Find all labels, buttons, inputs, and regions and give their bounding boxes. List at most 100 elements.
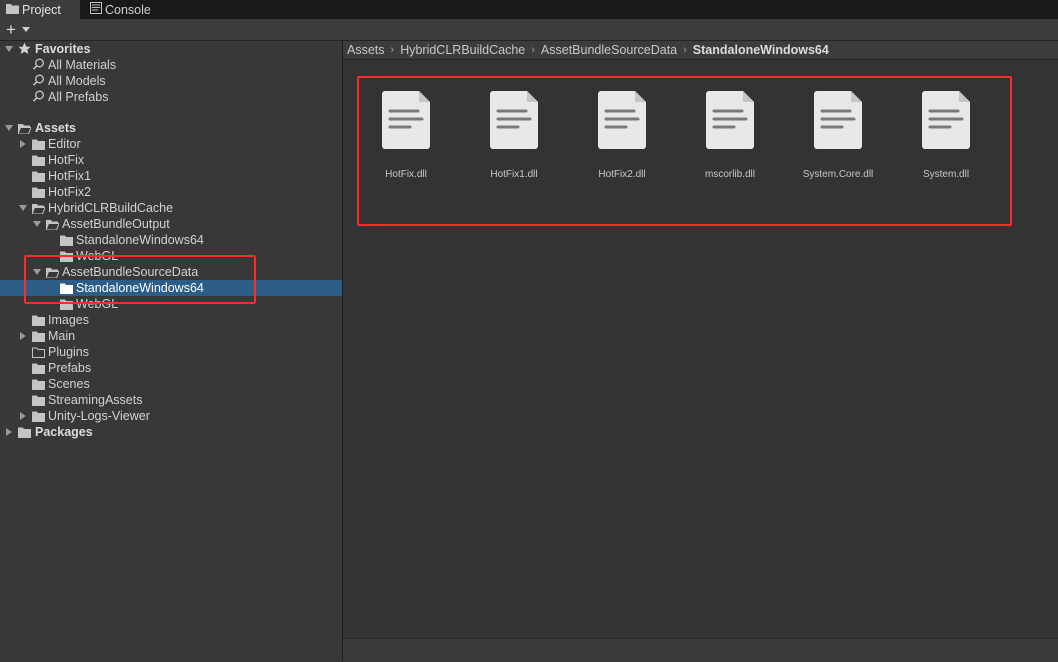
document-file-icon (598, 91, 646, 149)
search-icon (32, 58, 45, 71)
tree-label: Favorites (35, 42, 91, 56)
folder-icon (32, 410, 45, 422)
breadcrumb-item[interactable]: HybridCLRBuildCache (396, 43, 529, 57)
collapse-arrow-icon[interactable] (20, 332, 26, 340)
breadcrumb-item[interactable]: Assets (343, 43, 389, 57)
tree-label: Scenes (48, 377, 90, 391)
expand-arrow-icon[interactable] (33, 269, 41, 275)
tree-item-all-models[interactable]: All Models (0, 73, 342, 89)
asset-item[interactable]: System.dll (898, 91, 988, 191)
tree-label: HybridCLRBuildCache (48, 201, 174, 215)
tree-folder-absd-standalonewindows64[interactable]: StandaloneWindows64 (0, 280, 342, 296)
tree-folder-hotfix2[interactable]: HotFix2 (0, 184, 342, 200)
chevron-down-icon[interactable] (22, 27, 30, 32)
tree-folder-hotfix[interactable]: HotFix (0, 152, 342, 168)
asset-name: System.dll (922, 169, 970, 180)
folder-icon (60, 250, 73, 262)
tree-packages[interactable]: Packages (0, 424, 342, 440)
tree-label: StandaloneWindows64 (76, 281, 204, 295)
folder-icon (6, 3, 19, 17)
tree-folder-assetbundleoutput[interactable]: AssetBundleOutput (0, 216, 342, 232)
folder-open-icon (45, 266, 60, 279)
tab-label: Project (22, 2, 61, 17)
folder-icon (32, 138, 45, 150)
tree-item-all-materials[interactable]: All Materials (0, 57, 342, 73)
tree-label: Unity-Logs-Viewer (48, 409, 150, 423)
asset-name: mscorlib.dll (704, 169, 755, 180)
collapse-arrow-icon[interactable] (20, 412, 26, 420)
expand-arrow-icon[interactable] (19, 205, 27, 211)
folder-icon (32, 170, 45, 182)
tree-label: All Materials (48, 58, 117, 72)
tree-label: HotFix1 (48, 169, 92, 183)
expand-arrow-icon[interactable] (33, 221, 41, 227)
tree-folder-absd-webgl[interactable]: WebGL (0, 296, 342, 312)
asset-name: HotFix.dll (385, 169, 427, 180)
tree-folder-abo-standalonewindows64[interactable]: StandaloneWindows64 (0, 232, 342, 248)
tree-folder-images[interactable]: Images (0, 312, 342, 328)
tree-folder-scenes[interactable]: Scenes (0, 376, 342, 392)
tree-label: All Prefabs (48, 90, 109, 104)
tree-folder-hotfix1[interactable]: HotFix1 (0, 168, 342, 184)
tree-label: Images (48, 313, 89, 327)
create-plus-button[interactable]: + (6, 20, 16, 39)
collapse-arrow-icon[interactable] (20, 140, 26, 148)
document-file-icon (382, 91, 430, 149)
asset-item[interactable]: System.Core.dll (790, 91, 880, 191)
folder-open-icon (45, 218, 60, 231)
search-icon (32, 90, 45, 103)
tree-item-all-prefabs[interactable]: All Prefabs (0, 89, 342, 105)
tree-folder-editor[interactable]: Editor (0, 136, 342, 152)
tab-label: Console (105, 2, 151, 17)
breadcrumb-item-current[interactable]: StandaloneWindows64 (689, 43, 833, 57)
tab-project[interactable]: Project (0, 0, 80, 19)
folder-icon (32, 186, 45, 198)
tree-folder-unity-logs-viewer[interactable]: Unity-Logs-Viewer (0, 408, 342, 424)
folder-icon (32, 314, 45, 326)
tree-label: Main (48, 329, 76, 343)
tree-folder-prefabs[interactable]: Prefabs (0, 360, 342, 376)
document-file-icon (814, 91, 862, 149)
star-icon (18, 42, 31, 55)
expand-arrow-icon[interactable] (5, 125, 13, 131)
tree-assets[interactable]: Assets (0, 120, 342, 136)
tree-folder-abo-webgl[interactable]: WebGL (0, 248, 342, 264)
folder-empty-icon (32, 346, 45, 358)
asset-item[interactable]: HotFix2.dll (574, 91, 664, 191)
asset-item[interactable]: HotFix.dll (358, 91, 448, 191)
tree-label: HotFix2 (48, 185, 92, 199)
tab-console[interactable]: Console (84, 0, 164, 19)
tree-folder-main[interactable]: Main (0, 328, 342, 344)
tree-label: All Models (48, 74, 106, 88)
folder-icon (32, 362, 45, 374)
breadcrumb-item[interactable]: AssetBundleSourceData (537, 43, 681, 57)
project-tree-panel[interactable]: Favorites All Materials All Models All P… (0, 41, 342, 661)
folder-icon (32, 330, 45, 342)
folder-icon (32, 154, 45, 166)
asset-grid-panel[interactable]: Assets › HybridCLRBuildCache › AssetBund… (343, 41, 1058, 662)
document-file-icon (922, 91, 970, 149)
tree-label: Editor (48, 137, 81, 151)
search-icon (32, 74, 45, 87)
chevron-right-icon: › (683, 44, 687, 56)
window-tab-bar: Project Console (0, 0, 1058, 19)
tree-label: StreamingAssets (48, 393, 143, 407)
folder-open-icon (31, 202, 46, 215)
project-toolbar: + (0, 19, 1058, 41)
tree-favorites[interactable]: Favorites (0, 41, 342, 57)
asset-item[interactable]: HotFix1.dll (466, 91, 556, 191)
tree-label: Plugins (48, 345, 89, 359)
asset-name: HotFix2.dll (598, 169, 646, 180)
tree-folder-plugins[interactable]: Plugins (0, 344, 342, 360)
collapse-arrow-icon[interactable] (6, 428, 12, 436)
tree-label: AssetBundleSourceData (62, 265, 199, 279)
tree-folder-hybridclrbuildcache[interactable]: HybridCLRBuildCache (0, 200, 342, 216)
tree-label: HotFix (48, 153, 85, 167)
folder-icon (32, 378, 45, 390)
folder-icon (60, 298, 73, 310)
expand-arrow-icon[interactable] (5, 46, 13, 52)
tree-folder-assetbundlesourcedata[interactable]: AssetBundleSourceData (0, 264, 342, 280)
asset-item[interactable]: mscorlib.dll (682, 91, 772, 191)
folder-icon (60, 282, 73, 294)
tree-folder-streamingassets[interactable]: StreamingAssets (0, 392, 342, 408)
